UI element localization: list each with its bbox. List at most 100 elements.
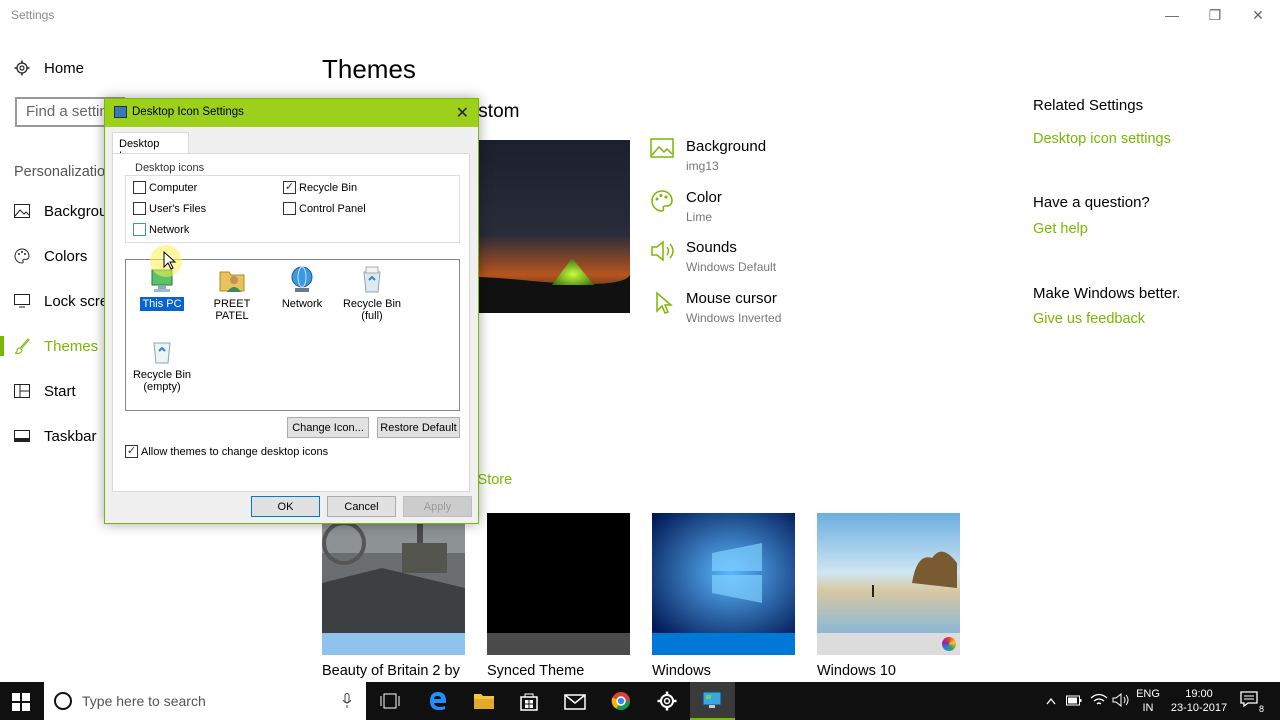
setting-value: Windows Inverted bbox=[686, 311, 782, 325]
icon-label: PREET PATEL bbox=[213, 298, 251, 322]
dialog-title-bar[interactable]: Desktop Icon Settings ✕ bbox=[105, 99, 478, 127]
icon-item-network[interactable]: Network bbox=[266, 264, 338, 310]
notification-count: 8 bbox=[1258, 704, 1264, 714]
file-explorer-icon[interactable] bbox=[473, 692, 495, 710]
checkbox-recycle-bin[interactable]: ✓ Recycle Bin bbox=[283, 181, 357, 194]
setting-title: Background bbox=[686, 138, 767, 155]
sidebar-item-label: Start bbox=[44, 382, 76, 400]
checkbox-allow-themes[interactable]: ✓ Allow themes to change desktop icons bbox=[125, 445, 328, 458]
settings-gear-icon[interactable] bbox=[657, 691, 677, 711]
checkmark-icon[interactable]: ✓ bbox=[283, 181, 296, 194]
volume-icon[interactable] bbox=[1112, 693, 1130, 707]
clock-time: 19:00 bbox=[1185, 688, 1213, 700]
desktop-icon-settings-dialog: Desktop Icon Settings ✕ Desktop Icons De… bbox=[104, 98, 479, 524]
theme-thumbnail bbox=[652, 513, 795, 633]
clock[interactable]: 19:00 23-10-2017 bbox=[1168, 687, 1230, 715]
palette-icon bbox=[0, 248, 44, 264]
icon-item-recycle-bin-full[interactable]: Recycle Bin (full) bbox=[336, 264, 408, 322]
battery-icon[interactable] bbox=[1066, 695, 1082, 706]
action-center-icon[interactable]: 8 bbox=[1240, 691, 1264, 714]
theme-card-windows-10[interactable]: Windows 10 bbox=[817, 513, 960, 679]
setting-color[interactable]: Color Lime bbox=[650, 189, 930, 229]
tab-desktop-icons[interactable]: Desktop Icons bbox=[112, 132, 189, 162]
question-heading: Have a question? bbox=[1033, 194, 1150, 211]
dialog-title: Desktop Icon Settings bbox=[132, 106, 244, 118]
checkbox-box[interactable] bbox=[283, 202, 296, 215]
checkbox-box[interactable] bbox=[133, 202, 146, 215]
theme-caption: Beauty of Britain 2 by bbox=[322, 663, 460, 679]
get-help-link[interactable]: Get help bbox=[1033, 221, 1088, 237]
close-button[interactable]: ✕ bbox=[1236, 0, 1280, 30]
task-view-icon[interactable] bbox=[380, 693, 400, 709]
checkbox-label: Computer bbox=[149, 181, 198, 194]
microphone-icon[interactable] bbox=[342, 693, 352, 709]
setting-background[interactable]: Background img13 bbox=[650, 138, 930, 178]
icon-label: Recycle Bin (empty) bbox=[132, 369, 192, 393]
checkbox-network[interactable]: Network bbox=[133, 223, 189, 236]
speaker-icon bbox=[651, 240, 674, 262]
feedback-heading: Make Windows better. bbox=[1033, 285, 1181, 302]
recycle-bin-full-icon bbox=[356, 264, 388, 296]
theme-color-strip bbox=[817, 633, 960, 655]
cancel-button[interactable]: Cancel bbox=[327, 496, 396, 517]
mouse-pointer-icon bbox=[163, 251, 177, 270]
theme-card-britain[interactable]: Beauty of Britain 2 by bbox=[322, 513, 465, 679]
checkbox-label: User's Files bbox=[149, 202, 207, 215]
palette-icon bbox=[651, 190, 673, 212]
taskbar-active-app[interactable] bbox=[690, 682, 735, 720]
icon-item-recycle-bin-empty[interactable]: Recycle Bin (empty) bbox=[126, 335, 198, 393]
wifi-icon[interactable] bbox=[1090, 693, 1108, 707]
sidebar-item-label: Colors bbox=[44, 247, 88, 265]
change-icon-button[interactable]: Change Icon... bbox=[287, 417, 369, 438]
checkbox-label: Recycle Bin bbox=[299, 181, 358, 194]
taskbar-search-box[interactable]: Type here to search bbox=[44, 682, 366, 720]
theme-card-synced[interactable]: Synced Theme bbox=[487, 513, 630, 679]
section-label: Personalization bbox=[14, 164, 114, 180]
language-indicator[interactable]: ENG IN bbox=[1134, 687, 1162, 715]
theme-caption: Synced Theme bbox=[487, 663, 585, 679]
checkbox-label: Network bbox=[149, 223, 190, 236]
group-label: Desktop icons bbox=[133, 162, 207, 174]
taskbar-search-placeholder: Type here to search bbox=[82, 693, 206, 709]
desktop-icon-list[interactable]: This PC PREET PATEL Network Recycle Bin … bbox=[125, 259, 460, 411]
color-wheel-icon bbox=[942, 637, 956, 651]
restore-button[interactable]: ❐ bbox=[1193, 0, 1237, 30]
edge-browser-icon[interactable] bbox=[428, 691, 448, 711]
related-heading: Related Settings bbox=[1033, 97, 1144, 114]
give-feedback-link[interactable]: Give us feedback bbox=[1033, 311, 1145, 327]
gear-icon bbox=[0, 60, 44, 76]
setting-mouse-cursor[interactable]: Mouse cursor Windows Inverted bbox=[650, 290, 930, 330]
desktop-icon-settings-link[interactable]: Desktop icon settings bbox=[1033, 131, 1171, 147]
checkmark-icon[interactable]: ✓ bbox=[125, 445, 138, 458]
image-icon bbox=[0, 204, 44, 218]
taskbar-icon bbox=[0, 430, 44, 442]
checkbox-label: Control Panel bbox=[299, 202, 366, 215]
mail-icon[interactable] bbox=[564, 692, 586, 710]
icon-label: Recycle Bin (full) bbox=[342, 298, 402, 322]
checkbox-box[interactable] bbox=[133, 181, 146, 194]
language-code: ENG bbox=[1136, 688, 1160, 700]
checkbox-users-files[interactable]: User's Files bbox=[133, 202, 206, 215]
dialog-close-button[interactable]: ✕ bbox=[456, 103, 469, 123]
theme-card-windows[interactable]: Windows bbox=[652, 513, 795, 679]
icon-item-user-folder[interactable]: PREET PATEL bbox=[196, 264, 268, 322]
restore-default-button[interactable]: Restore Default bbox=[377, 417, 460, 438]
store-icon[interactable] bbox=[519, 691, 539, 711]
checkbox-box[interactable] bbox=[133, 223, 146, 236]
chevron-up-icon[interactable] bbox=[1046, 697, 1056, 705]
sidebar-item-label: Themes bbox=[44, 337, 99, 355]
apply-button[interactable]: Apply bbox=[403, 496, 472, 517]
sidebar-home[interactable]: Home bbox=[0, 46, 300, 90]
ok-button[interactable]: OK bbox=[251, 496, 320, 517]
checkbox-computer[interactable]: Computer bbox=[133, 181, 197, 194]
start-grid-icon bbox=[0, 384, 44, 398]
sidebar-home-label: Home bbox=[44, 59, 85, 77]
checkbox-control-panel[interactable]: Control Panel bbox=[283, 202, 366, 215]
setting-sounds[interactable]: Sounds Windows Default bbox=[650, 239, 930, 279]
chrome-icon[interactable] bbox=[611, 691, 631, 711]
windows-start-icon[interactable] bbox=[12, 693, 30, 716]
minimize-button[interactable]: — bbox=[1150, 0, 1194, 30]
setting-value: Lime bbox=[686, 210, 713, 224]
cursor-icon bbox=[656, 291, 674, 314]
desktop-settings-app-icon bbox=[702, 691, 722, 708]
